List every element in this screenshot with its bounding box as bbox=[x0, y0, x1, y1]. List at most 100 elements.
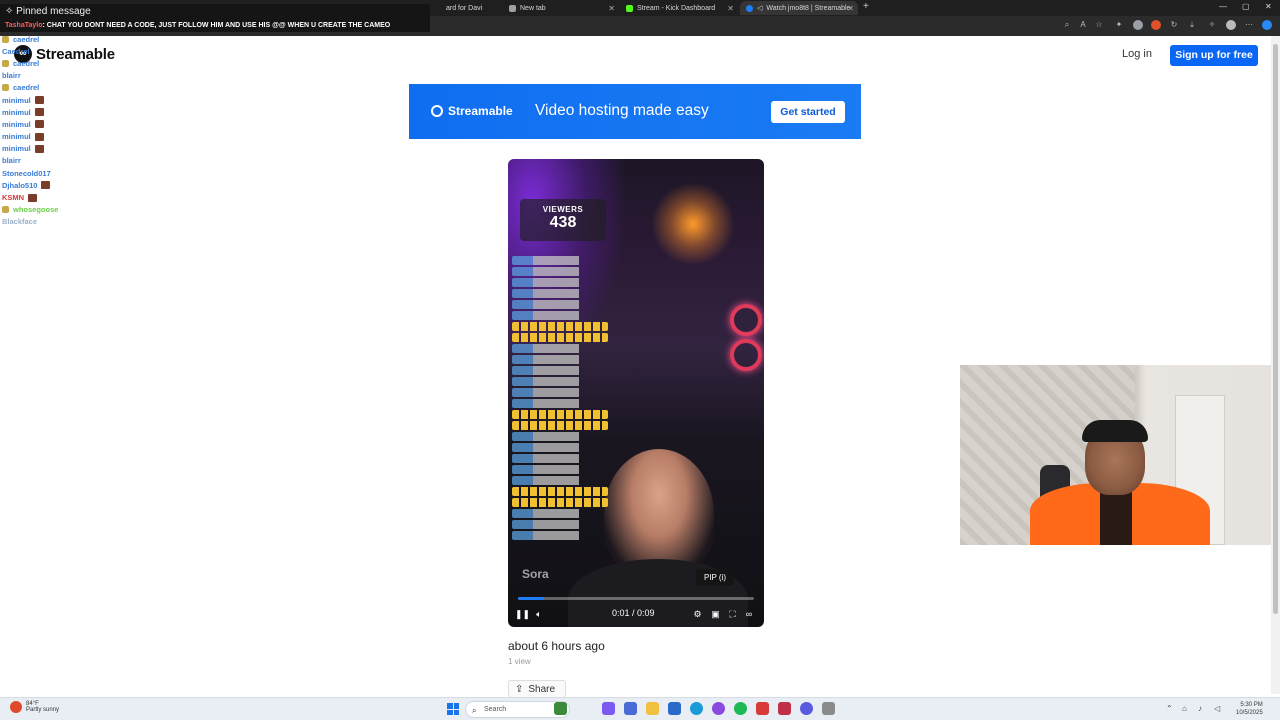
chat-username[interactable]: caedrel bbox=[13, 35, 39, 44]
webcam-cap bbox=[1082, 420, 1148, 442]
copilot-icon[interactable] bbox=[1262, 20, 1272, 30]
chat-emote-icon bbox=[34, 132, 44, 141]
webcam-shirt bbox=[1100, 487, 1132, 545]
translate-icon[interactable]: A bbox=[1078, 20, 1088, 30]
pinned-message: ✧ Pinned message TashaTaylo: CHAT YOU DO… bbox=[0, 4, 430, 32]
pin-icon: ✧ bbox=[5, 6, 14, 17]
taskbar-clock[interactable]: 5:30 PM 10/5/2025 bbox=[1236, 701, 1263, 717]
app-icon[interactable] bbox=[668, 702, 681, 715]
chat-username[interactable]: KSMN bbox=[2, 193, 24, 202]
weather-icon bbox=[10, 701, 22, 713]
pip-tooltip: PIP (i) bbox=[696, 569, 734, 586]
login-link[interactable]: Log in bbox=[1122, 48, 1152, 60]
share-button[interactable]: ⇪ Share bbox=[508, 680, 566, 698]
view-count: 1 view bbox=[508, 657, 531, 666]
scrollbar[interactable] bbox=[1271, 36, 1280, 694]
app-icon[interactable] bbox=[756, 702, 769, 715]
tab-streamable[interactable]: ◁ Watch jmo8t8 | Streamable ✕ bbox=[740, 1, 858, 15]
chat-username[interactable]: Stonecold017 bbox=[2, 169, 51, 178]
tab-label: ard for Davi bbox=[446, 4, 483, 12]
folder-icon[interactable] bbox=[646, 702, 659, 715]
edge-icon[interactable] bbox=[690, 702, 703, 715]
chat-emote-icon bbox=[34, 96, 44, 105]
chevron-up-icon[interactable]: ⌃ bbox=[1166, 704, 1173, 713]
posted-time: about 6 hours ago bbox=[508, 639, 605, 653]
close-icon[interactable]: ✕ bbox=[727, 4, 734, 13]
weather-desc: Partly sunny bbox=[26, 707, 60, 713]
menu-icon[interactable]: ⋯ bbox=[1244, 20, 1254, 30]
viewers-counter: VIEWERS 438 bbox=[520, 199, 606, 241]
app-icon[interactable] bbox=[554, 702, 567, 715]
chat-username[interactable]: minimul bbox=[2, 96, 31, 105]
webcam-overlay bbox=[960, 365, 1280, 545]
volume-icon[interactable]: 🔈︎ bbox=[532, 607, 546, 621]
avatar[interactable] bbox=[1226, 20, 1236, 30]
chat-username[interactable]: Blackface bbox=[2, 217, 37, 226]
chat-list: caedrel Caedrel caedrel blairr caedrel minimu… bbox=[2, 33, 152, 228]
weather-widget[interactable]: 84°F Partly sunny bbox=[10, 701, 59, 713]
app-icon[interactable] bbox=[602, 702, 615, 715]
chat-username[interactable]: minimul bbox=[2, 132, 31, 141]
zoom-icon[interactable]: ⌕ bbox=[1062, 20, 1072, 30]
video-player[interactable]: VIEWERS 438 Sora bbox=[508, 159, 764, 627]
chat-message: caedrel bbox=[2, 82, 152, 94]
share-label: Share bbox=[528, 683, 556, 695]
mic-icon[interactable]: ♪ bbox=[1198, 704, 1202, 713]
close-icon[interactable]: ✕ bbox=[608, 4, 615, 13]
download-icon[interactable]: ⤓ bbox=[1187, 20, 1197, 30]
extension-icon[interactable]: ✦ bbox=[1114, 20, 1124, 30]
new-tab-button[interactable]: + bbox=[863, 1, 869, 12]
chat-username[interactable]: Djhalo510 bbox=[2, 181, 37, 190]
chat-username[interactable]: caedrel bbox=[13, 59, 39, 68]
chat-username[interactable]: blairr bbox=[2, 156, 21, 165]
video-frame-light bbox=[730, 339, 762, 371]
puzzle-icon[interactable]: ✧ bbox=[1207, 20, 1217, 30]
streamable-logo-icon[interactable]: ∞ bbox=[742, 607, 756, 621]
close-icon[interactable]: ✕ bbox=[847, 4, 854, 13]
refresh-icon[interactable]: ↻ bbox=[1169, 20, 1179, 30]
streamable-logo-icon bbox=[431, 105, 443, 117]
promo-banner[interactable]: Streamable Video hosting made easy Get s… bbox=[409, 84, 861, 139]
chat-username[interactable]: Caedrel bbox=[2, 47, 30, 56]
spotify-icon[interactable] bbox=[734, 702, 747, 715]
network-icon[interactable]: ⌂ bbox=[1182, 704, 1187, 713]
star-icon[interactable]: ☆ bbox=[1094, 20, 1104, 30]
chat-username[interactable]: minimul bbox=[2, 120, 31, 129]
progress-bar[interactable] bbox=[518, 597, 754, 600]
close-window-icon[interactable]: ✕ bbox=[1265, 2, 1272, 11]
chat-username[interactable]: blairr bbox=[2, 71, 21, 80]
screen: ard for Davi New tab ✕ Stream - Kick Das… bbox=[0, 0, 1280, 720]
chat-message: minimul bbox=[2, 118, 152, 130]
extension-icon[interactable] bbox=[1133, 20, 1143, 30]
signup-button[interactable]: Sign up for free bbox=[1170, 45, 1258, 66]
tab-new[interactable]: New tab ✕ bbox=[503, 1, 619, 15]
app-icon[interactable] bbox=[624, 702, 637, 715]
get-started-button[interactable]: Get started bbox=[771, 101, 845, 123]
chat-username[interactable]: minimul bbox=[2, 108, 31, 117]
settings-icon[interactable]: ⚙ bbox=[691, 607, 704, 621]
scroll-thumb[interactable] bbox=[1273, 44, 1278, 614]
tab-kick[interactable]: Stream - Kick Dashboard ✕ bbox=[620, 1, 738, 15]
share-icon: ⇪ bbox=[515, 683, 524, 695]
minimize-icon[interactable]: — bbox=[1219, 2, 1227, 11]
taskbar: 84°F Partly sunny ⌕ Search ⌃ ⌂ ♪ ◁ 5:30 … bbox=[0, 697, 1280, 720]
banner-logo-text: Streamable bbox=[448, 104, 513, 118]
chat-username[interactable]: minimul bbox=[2, 144, 31, 153]
app-icon[interactable] bbox=[712, 702, 725, 715]
app-icon[interactable] bbox=[778, 702, 791, 715]
discord-icon[interactable] bbox=[800, 702, 813, 715]
volume-icon[interactable]: ◁ bbox=[1214, 704, 1220, 713]
search-icon: ⌕ bbox=[472, 706, 477, 715]
windows-start-icon[interactable] bbox=[447, 703, 459, 715]
pip-icon[interactable]: ▣ bbox=[709, 607, 722, 621]
extension-icon[interactable] bbox=[1151, 20, 1161, 30]
maximize-icon[interactable]: ▢ bbox=[1242, 2, 1250, 11]
tab-label: Stream - Kick Dashboard bbox=[637, 4, 716, 12]
chat-username[interactable]: whosegoose bbox=[13, 205, 58, 214]
pause-icon[interactable]: ❚❚ bbox=[515, 607, 530, 621]
chat-message: KSMN bbox=[2, 191, 152, 203]
settings-icon[interactable] bbox=[822, 702, 835, 715]
chat-username[interactable]: caedrel bbox=[13, 83, 39, 92]
fullscreen-icon[interactable]: ⛶ bbox=[726, 607, 739, 621]
progress-fill bbox=[518, 597, 544, 600]
